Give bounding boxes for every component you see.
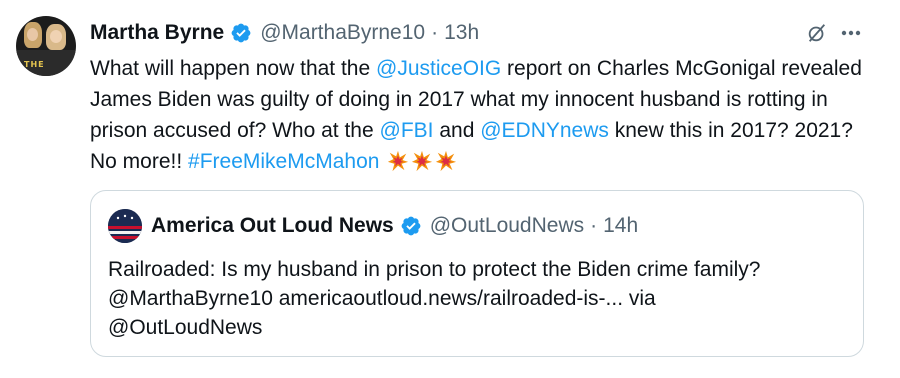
author-handle[interactable]: @MarthaByrne10 — [260, 21, 425, 45]
quoted-tweet-header: America Out Loud News @OutLoudNews · 14h — [108, 209, 638, 243]
tweet-header: Martha Byrne @MarthaByrne10 · 13h — [90, 19, 479, 47]
tweet-timestamp[interactable]: 13h — [444, 21, 479, 45]
separator-dot: · — [590, 214, 598, 237]
quoted-text-line: Railroaded: Is my husband in prison to p… — [108, 258, 761, 281]
quoted-tweet-text: Railroaded: Is my husband in prison to p… — [108, 255, 848, 342]
grok-icon[interactable] — [806, 22, 828, 44]
separator-dot: · — [431, 21, 439, 44]
quoted-tweet[interactable]: America Out Loud News @OutLoudNews · 14h… — [90, 190, 864, 357]
quoted-author-avatar[interactable] — [108, 209, 142, 243]
author-avatar[interactable]: THE — [16, 16, 76, 76]
quoted-author-handle[interactable]: @OutLoudNews — [430, 214, 584, 238]
quoted-author-name[interactable]: America Out Loud News — [151, 214, 394, 238]
more-options-icon[interactable] — [838, 22, 864, 44]
mention-ednynews[interactable]: @EDNYnews — [480, 119, 609, 142]
tweet-text: What will happen now that the @JusticeOI… — [90, 53, 880, 177]
tweet-text-segment: and — [433, 119, 481, 142]
collision-emoji-icon — [436, 150, 457, 172]
mention-fbi[interactable]: @FBI — [380, 119, 434, 142]
quoted-tweet-timestamp[interactable]: 14h — [603, 214, 638, 238]
collision-emoji-icon — [412, 150, 433, 172]
quoted-text-line: @MarthaByrne10 americaoutloud.news/railr… — [108, 287, 656, 310]
mention-justiceoig[interactable]: @JusticeOIG — [376, 57, 501, 80]
collision-emoji-icon — [388, 150, 409, 172]
verified-badge-icon — [231, 23, 251, 43]
tweet-text-segment: What will happen now that the — [90, 57, 377, 80]
quoted-text-line: @OutLoudNews — [108, 316, 263, 339]
verified-badge-icon — [401, 216, 421, 236]
hashtag-freemikemcmahon[interactable]: #FreeMikeMcMahon — [188, 150, 379, 173]
author-name[interactable]: Martha Byrne — [90, 21, 224, 45]
